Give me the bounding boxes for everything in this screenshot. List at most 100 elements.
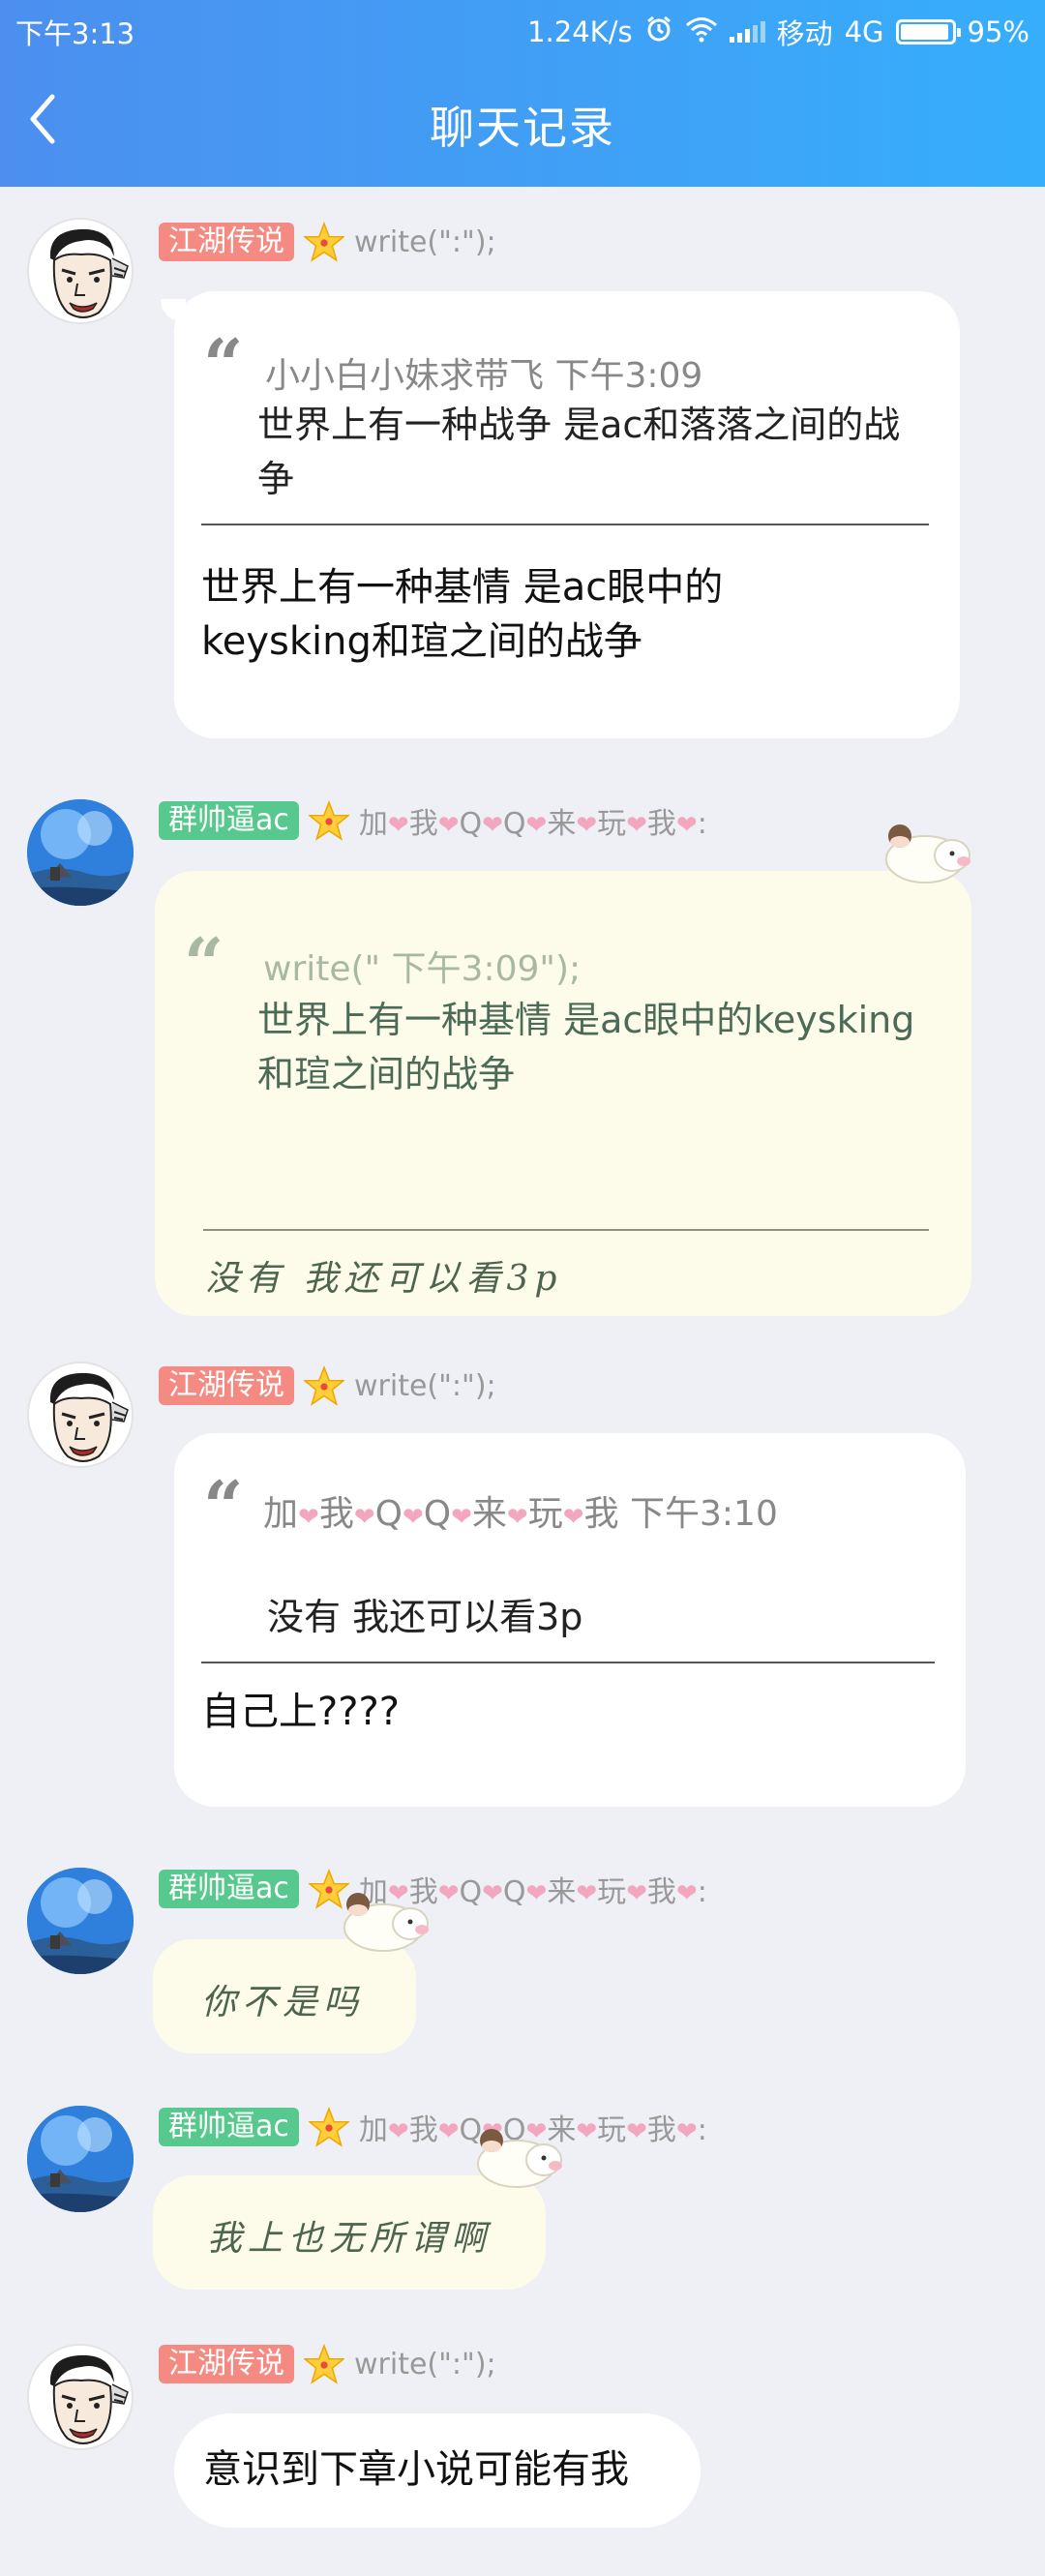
avatar[interactable] bbox=[27, 1362, 134, 1468]
avatar[interactable] bbox=[27, 799, 134, 906]
page-title: 聊天记录 bbox=[430, 102, 615, 154]
star-icon bbox=[304, 222, 344, 262]
heart-icon: ❤ bbox=[562, 1503, 584, 1532]
signature-part: 来 bbox=[547, 807, 577, 841]
nav-bar: 聊天记录 bbox=[0, 56, 1045, 187]
avatar[interactable] bbox=[27, 218, 134, 324]
status-time: 下午3:13 bbox=[15, 17, 135, 50]
quote-divider bbox=[201, 524, 929, 525]
sender-signature: write(":"); bbox=[354, 225, 496, 259]
signature-part: 我 bbox=[583, 1494, 619, 1534]
signature-part: Q bbox=[374, 1494, 403, 1534]
star-icon bbox=[304, 2344, 344, 2384]
star-icon bbox=[304, 1365, 344, 1406]
message-text: 世界上有一种基情 是ac眼中的keysking和瑄之间的战争 bbox=[201, 565, 724, 664]
heart-icon: ❤ bbox=[451, 1503, 472, 1532]
message-text: 自己上???? bbox=[201, 1690, 400, 1734]
message-bubble[interactable]: “ write(" 下午3:09"); 世界上有一种基情 是ac眼中的keysk… bbox=[155, 871, 971, 1316]
wifi-icon bbox=[685, 15, 718, 49]
signal-icon bbox=[729, 21, 765, 43]
heart-icon: ❤ bbox=[387, 811, 409, 840]
quote-author: 小小白小妹求带飞 bbox=[265, 356, 545, 396]
network-type: 4G bbox=[844, 15, 884, 48]
signature-part: : bbox=[697, 1875, 707, 1909]
signature-part: Q bbox=[459, 807, 483, 841]
signature-part: 玩 bbox=[527, 1494, 563, 1534]
heart-icon: ❤ bbox=[525, 1879, 548, 1908]
sender-name-tag[interactable]: 江湖传说 bbox=[159, 2345, 294, 2383]
star-icon bbox=[309, 800, 349, 841]
sender-name-tag[interactable]: 江湖传说 bbox=[159, 1366, 294, 1405]
quote-icon: “ bbox=[203, 323, 244, 405]
message-text: 没有 我还可以看3p bbox=[205, 1259, 563, 1299]
heart-icon: ❤ bbox=[675, 1879, 698, 1908]
heart-icon: ❤ bbox=[298, 1503, 319, 1532]
status-bar: 下午3:13 1.24K/s 移动 4G 95% bbox=[0, 0, 1045, 56]
message-text: 我上也无所谓啊 bbox=[207, 2219, 493, 2259]
quoted-text: 世界上有一种基情 是ac眼中的keysking和瑄之间的战争 bbox=[257, 999, 915, 1095]
sender-name-tag[interactable]: 群帅逼ac bbox=[159, 801, 299, 840]
signature-part: 我 bbox=[318, 1494, 354, 1534]
signature-part: 加 bbox=[358, 807, 388, 841]
heart-icon: ❤ bbox=[387, 2117, 409, 2146]
signature-part: 来 bbox=[547, 1875, 577, 1909]
signature-part: 玩 bbox=[597, 807, 627, 841]
battery-percent: 95% bbox=[967, 15, 1030, 48]
avatar[interactable] bbox=[27, 2344, 134, 2450]
carrier-label: 移动 bbox=[776, 17, 833, 50]
heart-icon: ❤ bbox=[626, 1879, 647, 1908]
sender-name-tag[interactable]: 群帅逼ac bbox=[159, 1870, 299, 1908]
signature-part: Q bbox=[502, 1875, 526, 1909]
avatar[interactable] bbox=[27, 1868, 134, 1974]
message-bubble[interactable]: “ 加❤我❤Q❤Q❤来❤玩❤我 下午3:10 没有 我还可以看3p 自己上???… bbox=[174, 1433, 966, 1807]
quote-meta: 小小白小妹求带飞 下午3:09 bbox=[265, 347, 702, 398]
quote-time: 下午3:10 bbox=[630, 1494, 778, 1534]
star-icon bbox=[309, 2107, 349, 2147]
sender-row: 江湖传说 write(":"); bbox=[159, 1365, 496, 1406]
quoted-text: 世界上有一种战争 是ac和落落之间的战争 bbox=[257, 404, 901, 500]
heart-icon: ❤ bbox=[525, 811, 548, 840]
heart-icon: ❤ bbox=[626, 2117, 647, 2146]
signature-part: 来 bbox=[471, 1494, 507, 1534]
heart-icon: ❤ bbox=[576, 2117, 598, 2146]
quote-author: 加❤我❤Q❤Q❤来❤玩❤我 bbox=[263, 1494, 619, 1534]
sender-row: 群帅逼ac 加❤我❤Q❤Q❤来❤玩❤我❤: bbox=[159, 2106, 707, 2148]
message-text: 意识到下章小说可能有我 bbox=[203, 2447, 629, 2492]
signature-part: Q bbox=[423, 1494, 452, 1534]
quote-icon: “ bbox=[184, 922, 224, 1004]
signature-part: 玩 bbox=[597, 1875, 627, 1909]
header: 下午3:13 1.24K/s 移动 4G 95% 聊天记录 bbox=[0, 0, 1045, 187]
quote-meta: write(" 下午3:09"); bbox=[263, 949, 582, 989]
signature-part: : bbox=[697, 807, 707, 841]
sheep-decoration-icon bbox=[463, 2125, 569, 2193]
signature-part: Q bbox=[459, 1875, 483, 1909]
message-bubble[interactable]: 我上也无所谓啊 bbox=[153, 2175, 546, 2290]
heart-icon: ❤ bbox=[437, 811, 460, 840]
signature-part: 加 bbox=[358, 2113, 388, 2147]
sheep-decoration-icon bbox=[871, 821, 977, 888]
heart-icon: ❤ bbox=[675, 2117, 698, 2146]
heart-icon: ❤ bbox=[506, 1503, 528, 1532]
signature-part: 我 bbox=[646, 807, 676, 841]
signature-part: 加 bbox=[263, 1494, 299, 1534]
quote-meta: 加❤我❤Q❤Q❤来❤玩❤我 下午3:10 bbox=[263, 1489, 921, 1543]
signature-part: 我 bbox=[408, 2113, 438, 2147]
sender-name-tag[interactable]: 群帅逼ac bbox=[159, 2108, 299, 2146]
heart-icon: ❤ bbox=[437, 2117, 460, 2146]
sender-name-tag[interactable]: 江湖传说 bbox=[159, 223, 294, 261]
message-bubble[interactable]: 意识到下章小说可能有我 bbox=[174, 2413, 701, 2528]
heart-icon: ❤ bbox=[402, 1503, 424, 1532]
heart-icon: ❤ bbox=[437, 1879, 460, 1908]
heart-icon: ❤ bbox=[675, 811, 698, 840]
message-bubble[interactable]: “ 小小白小妹求带飞 下午3:09 世界上有一种战争 是ac和落落之间的战争 世… bbox=[161, 291, 960, 738]
heart-icon: ❤ bbox=[482, 1879, 503, 1908]
quote-time: 下午3:09 bbox=[554, 356, 703, 396]
signature-part: 我 bbox=[408, 807, 438, 841]
message-text: 你不是吗 bbox=[201, 1983, 365, 2022]
sheep-decoration-icon bbox=[329, 1889, 435, 1957]
message-bubble[interactable]: 你不是吗 bbox=[153, 1939, 416, 2053]
sender-signature: write(":"); bbox=[354, 2347, 496, 2381]
network-speed: 1.24K/s bbox=[527, 15, 633, 48]
avatar[interactable] bbox=[27, 2106, 134, 2212]
signature-part: : bbox=[697, 2113, 707, 2147]
